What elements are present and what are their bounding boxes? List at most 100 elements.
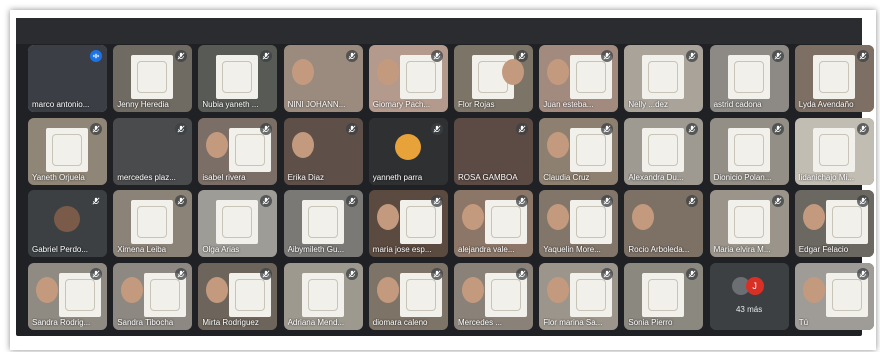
mic-off-icon bbox=[856, 195, 869, 207]
participant-name: Lyda Avendaño bbox=[798, 100, 854, 109]
participant-tile[interactable]: Sandra Tibocha bbox=[113, 262, 193, 330]
sketch bbox=[648, 278, 679, 311]
participant-tile[interactable]: Claudia Cruz bbox=[539, 117, 619, 185]
participant-name: Erika Diaz bbox=[287, 172, 325, 182]
sketch bbox=[52, 133, 82, 166]
drawing-paper bbox=[131, 200, 174, 244]
participant-name: Dionicio Polan... bbox=[713, 172, 772, 182]
participant-tile[interactable]: Aibymileth Gu... bbox=[283, 190, 363, 257]
participant-face bbox=[547, 131, 570, 158]
participant-name: Tú bbox=[798, 317, 809, 327]
sketch bbox=[648, 61, 679, 93]
more-participants-tile[interactable]: J 43 más bbox=[709, 262, 789, 330]
participant-tile[interactable]: Mirta Rodriguez bbox=[198, 262, 278, 330]
participant-tile[interactable]: mercedes plaz... bbox=[113, 117, 193, 185]
participant-tile[interactable]: Edgar Felacio bbox=[794, 190, 874, 257]
participant-tile[interactable]: yanneth parra bbox=[368, 117, 448, 185]
mic-off-icon bbox=[516, 122, 528, 135]
participant-name: astrid cadona bbox=[713, 100, 762, 109]
participant-name: yanneth parra bbox=[372, 172, 423, 182]
participant-name: Juan esteba... bbox=[543, 100, 594, 109]
participant-tile[interactable]: Nelly ...dez bbox=[624, 45, 704, 112]
participant-tile[interactable]: Yaquelin More... bbox=[539, 190, 619, 257]
participant-tile[interactable]: Sonia Pierro bbox=[624, 262, 704, 330]
participant-name: Jenny Heredia bbox=[117, 100, 169, 109]
participant-name: Alexandra Du... bbox=[628, 172, 684, 182]
participant-tile[interactable]: Adriana Mend... bbox=[283, 262, 363, 330]
participant-tile[interactable]: isabel rivera bbox=[198, 117, 278, 185]
participant-tile[interactable]: Rocio Arboleda... bbox=[624, 190, 704, 257]
sketch bbox=[222, 61, 253, 93]
sketch bbox=[137, 61, 168, 93]
mic-off-icon bbox=[345, 195, 358, 207]
participant-tile[interactable]: Dionicio Polan... bbox=[709, 117, 789, 185]
participant-tile[interactable]: ROSA GAMBOA bbox=[454, 117, 533, 185]
sketch bbox=[137, 206, 168, 238]
participant-tile[interactable]: maria jose esp... bbox=[368, 190, 448, 257]
participant-tile[interactable]: astrid cadona bbox=[709, 45, 789, 112]
sketch bbox=[733, 133, 764, 166]
participant-name: marco antonio... bbox=[32, 100, 90, 109]
drawing-paper bbox=[642, 55, 685, 99]
participant-face bbox=[206, 276, 229, 303]
mic-off-icon bbox=[686, 122, 699, 135]
participant-tile[interactable]: Jenny Heredia bbox=[113, 45, 193, 112]
participant-face bbox=[36, 276, 58, 303]
avatar bbox=[54, 206, 80, 232]
participant-face bbox=[376, 204, 399, 230]
participant-name: isabel rivera bbox=[202, 172, 246, 182]
participant-tile[interactable]: alejandra vale... bbox=[454, 190, 533, 257]
participant-tile[interactable]: Erika Diaz bbox=[283, 117, 363, 185]
sketch bbox=[818, 61, 849, 93]
participant-face bbox=[291, 59, 314, 85]
sketch bbox=[576, 278, 607, 311]
drawing-paper bbox=[216, 55, 259, 99]
participant-tile[interactable]: Giomary Pach... bbox=[368, 45, 448, 112]
drawing-paper bbox=[301, 200, 344, 244]
participant-tile[interactable]: Gabriel Perdo... bbox=[28, 190, 107, 257]
drawing-paper bbox=[642, 272, 685, 317]
participant-name: Ximena Leiba bbox=[117, 245, 167, 254]
participant-tile[interactable]: Lyda Avendaño bbox=[794, 45, 874, 112]
participant-tile[interactable]: Olga Arias bbox=[198, 190, 278, 257]
participant-name: Nubia yaneth ... bbox=[202, 100, 259, 109]
mic-off-icon bbox=[430, 50, 443, 62]
participant-tile[interactable]: Flor marina Sa... bbox=[539, 262, 619, 330]
participant-name: Mirta Rodriguez bbox=[202, 317, 259, 327]
sketch bbox=[831, 206, 862, 238]
sketch bbox=[65, 278, 95, 311]
mic-off-icon bbox=[601, 122, 614, 135]
participant-tile[interactable]: Nubia yaneth ... bbox=[198, 45, 278, 112]
participant-tile[interactable]: marco antonio... bbox=[28, 45, 107, 112]
speaking-indicator-icon bbox=[90, 50, 102, 62]
mic-off-icon bbox=[686, 267, 699, 280]
participant-tile[interactable]: NINI JOHANN... bbox=[283, 45, 363, 112]
drawing-paper bbox=[727, 55, 770, 99]
participant-name: Gabriel Perdo... bbox=[32, 245, 89, 254]
sketch bbox=[405, 206, 436, 238]
participant-tile[interactable]: Alexandra Du... bbox=[624, 117, 704, 185]
avatar bbox=[394, 133, 421, 160]
participant-tile[interactable]: lidanichajo Mi... bbox=[794, 117, 874, 185]
participant-tile[interactable]: diomara caleno bbox=[368, 262, 448, 330]
participant-tile[interactable]: Maria elvira M... bbox=[709, 190, 789, 257]
participant-name: diomara caleno bbox=[372, 317, 428, 327]
sketch bbox=[235, 278, 266, 311]
sketch bbox=[307, 206, 338, 238]
participant-name: Rocio Arboleda... bbox=[628, 245, 690, 254]
more-avatars: J bbox=[731, 276, 772, 297]
participant-tile[interactable]: Tú bbox=[794, 262, 874, 330]
participant-tile[interactable]: Yaneth Orjuela bbox=[28, 117, 107, 185]
participant-name: Nelly ...dez bbox=[628, 100, 668, 109]
drawing-paper bbox=[727, 127, 770, 172]
participant-tile[interactable]: Ximena Leiba bbox=[113, 190, 193, 257]
participant-name: alejandra vale... bbox=[458, 245, 515, 254]
participant-tile[interactable]: Juan esteba... bbox=[539, 45, 619, 112]
participant-tile[interactable]: Mercedes ... bbox=[454, 262, 533, 330]
participant-face bbox=[547, 276, 570, 303]
participant-face bbox=[206, 131, 229, 158]
participant-face bbox=[802, 276, 825, 303]
participant-tile[interactable]: Sandra Rodrig... bbox=[28, 262, 107, 330]
participant-tile[interactable]: Flor Rojas bbox=[454, 45, 533, 112]
sketch bbox=[491, 278, 521, 311]
